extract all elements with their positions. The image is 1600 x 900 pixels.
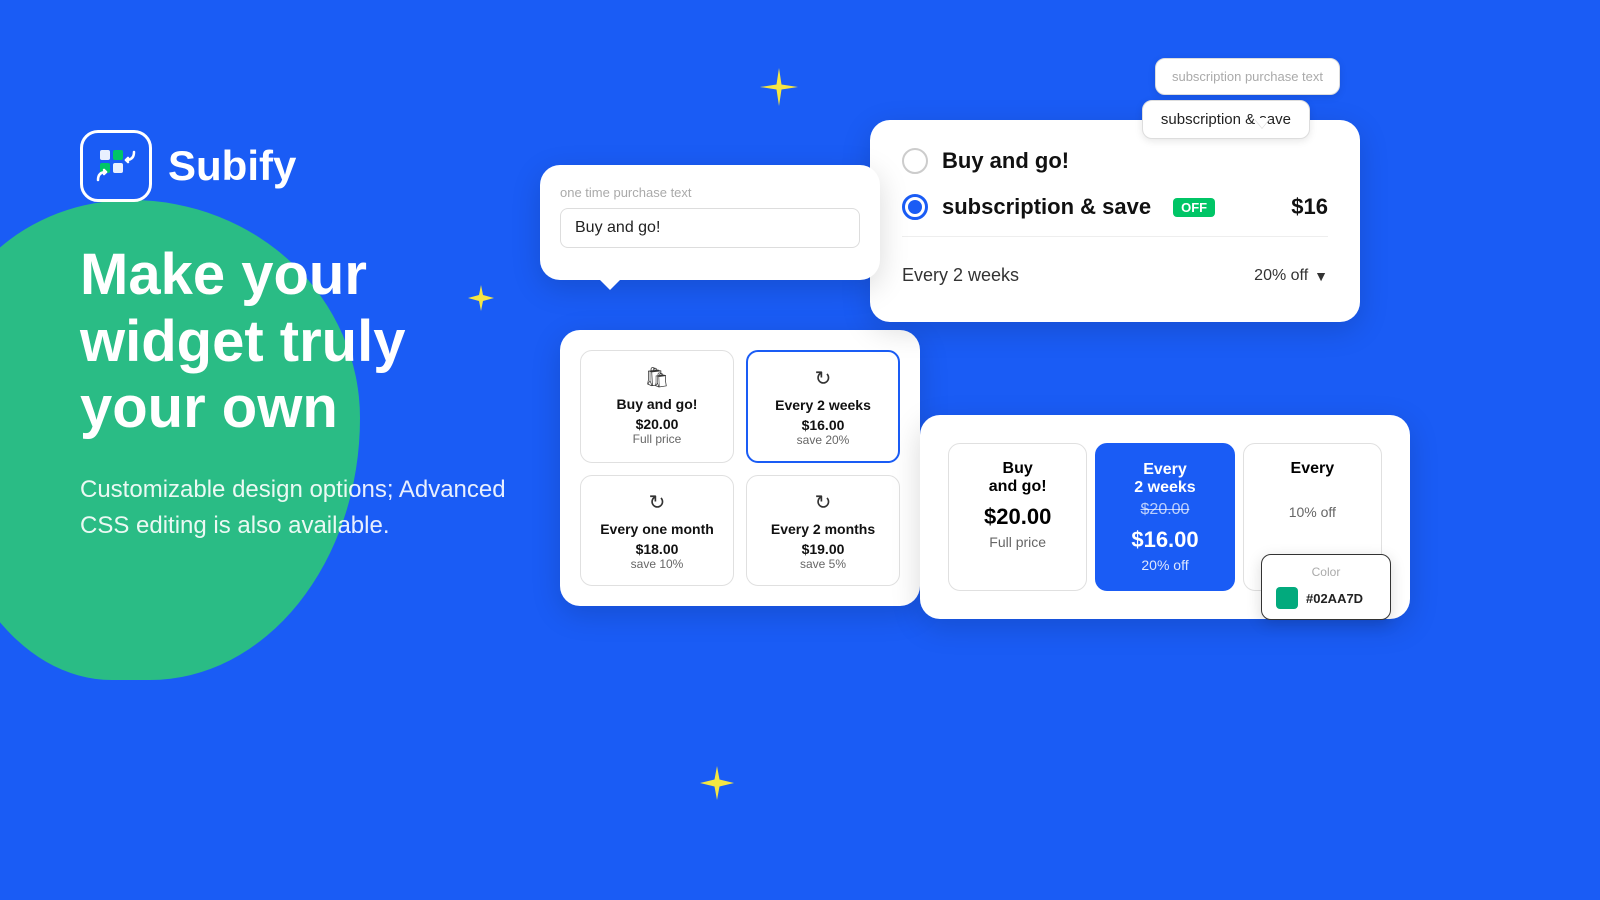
logo-icon: [80, 130, 152, 202]
heading-line2: widget truly: [80, 309, 530, 376]
option-savings-1: Full price: [593, 432, 721, 446]
sub-description: Customizable design options; Advanced CS…: [80, 472, 530, 544]
refresh-icon-2: ↻: [593, 490, 721, 515]
color-row: #02AA7D: [1276, 587, 1376, 609]
big-opt-price-2: $16.00: [1109, 527, 1220, 553]
option-price-4: $19.00: [759, 541, 887, 557]
off-badge: OFF: [1173, 198, 1215, 217]
option-1month[interactable]: ↻ Every one month $18.00 save 10%: [580, 475, 734, 586]
big-opt-discount-2: 20% off: [1109, 557, 1220, 573]
option-title-1: Buy and go!: [593, 396, 721, 412]
discount-selector[interactable]: 20% off ▼: [1254, 267, 1328, 285]
subscription-price: $16: [1291, 194, 1328, 220]
color-picker-popup[interactable]: Color #02AA7D: [1261, 554, 1391, 620]
buy-go-radio[interactable]: [902, 148, 928, 174]
bag-icon: 🛍: [593, 365, 721, 390]
widget-subscription-toggle: subscription purchase text subscription …: [870, 120, 1360, 322]
star-decoration-top: [760, 68, 798, 111]
big-opt-discount-3: 10% off: [1256, 504, 1369, 520]
subscription-radio-row[interactable]: subscription & save OFF $16: [902, 194, 1328, 237]
subscription-radio[interactable]: [902, 194, 928, 220]
options-grid: 🛍 Buy and go! $20.00 Full price ↻ Every …: [580, 350, 900, 586]
option-title-2: Every 2 weeks: [760, 397, 886, 413]
option-savings-2: save 20%: [760, 433, 886, 447]
big-opt-title-1: Buyand go!: [961, 460, 1074, 496]
chevron-down-icon: ▼: [1314, 268, 1328, 284]
widget-purchase-text: one time purchase text Buy and go!: [540, 165, 880, 280]
sub-purchase-label-text: subscription purchase text: [1172, 69, 1323, 84]
big-options-grid: Buyand go! $20.00 Full price Every2 week…: [948, 443, 1382, 591]
color-swatch[interactable]: [1276, 587, 1298, 609]
big-opt-original-2: $20.00: [1109, 501, 1220, 519]
buy-go-label: Buy and go!: [942, 148, 1069, 174]
buy-go-input-display[interactable]: Buy and go!: [560, 208, 860, 248]
purchase-label: one time purchase text: [560, 185, 860, 200]
option-2months[interactable]: ↻ Every 2 months $19.00 save 5%: [746, 475, 900, 586]
buy-go-radio-row[interactable]: Buy and go!: [902, 148, 1328, 174]
option-savings-3: save 10%: [593, 557, 721, 571]
big-option-buy-go[interactable]: Buyand go! $20.00 Full price: [948, 443, 1087, 591]
discount-value: 20% off: [1254, 267, 1308, 285]
big-option-2weeks[interactable]: Every2 weeks $20.00 $16.00 20% off: [1095, 443, 1234, 591]
main-heading: Make your widget truly your own: [80, 242, 530, 442]
heading-line1: Make your: [80, 242, 530, 309]
logo-container: Subify: [80, 130, 530, 202]
option-title-4: Every 2 months: [759, 521, 887, 537]
widget-big-options: Buyand go! $20.00 Full price Every2 week…: [920, 415, 1410, 619]
option-price-1: $20.00: [593, 416, 721, 432]
option-price-3: $18.00: [593, 541, 721, 557]
heading-line3: your own: [80, 375, 530, 442]
tooltip-arrow: [600, 280, 620, 290]
refresh-icon-3: ↻: [759, 490, 887, 515]
subscription-label: subscription & save: [942, 194, 1151, 220]
logo-text: Subify: [168, 142, 296, 190]
sub-purchase-label-bubble: subscription purchase text: [1155, 58, 1340, 95]
left-panel: Subify Make your widget truly your own C…: [80, 130, 530, 544]
option-buy-go[interactable]: 🛍 Buy and go! $20.00 Full price: [580, 350, 734, 463]
refresh-icon-1: ↻: [760, 366, 886, 391]
big-opt-title-3: Every: [1256, 460, 1369, 496]
frequency-label: Every 2 weeks: [902, 265, 1019, 286]
star-decoration-small: [468, 285, 494, 316]
color-hex-value: #02AA7D: [1306, 591, 1363, 606]
option-savings-4: save 5%: [759, 557, 887, 571]
color-popup-label: Color: [1276, 565, 1376, 579]
star-decoration-bottom: [700, 766, 734, 805]
widget-grid-options: 🛍 Buy and go! $20.00 Full price ↻ Every …: [560, 330, 920, 606]
big-opt-price-1: $20.00: [961, 504, 1074, 530]
save-box-text: subscription & save: [1161, 111, 1291, 128]
option-price-2: $16.00: [760, 417, 886, 433]
option-2weeks[interactable]: ↻ Every 2 weeks $16.00 save 20%: [746, 350, 900, 463]
option-title-3: Every one month: [593, 521, 721, 537]
save-box-arrow: [1254, 118, 1270, 128]
big-opt-title-2: Every2 weeks: [1109, 461, 1220, 497]
big-option-3[interactable]: Every 10% off Color #02AA7D: [1243, 443, 1382, 591]
save-box: subscription & save: [1142, 100, 1310, 139]
frequency-row: Every 2 weeks 20% off ▼: [902, 257, 1328, 294]
big-opt-discount-1: Full price: [961, 534, 1074, 550]
